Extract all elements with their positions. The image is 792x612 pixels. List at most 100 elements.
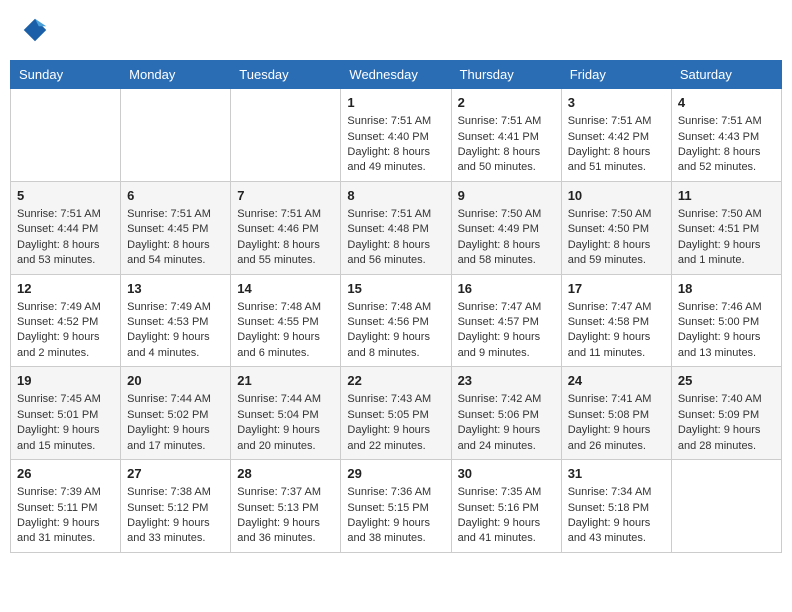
daylight-text: Daylight: 9 hours and 38 minutes. [347, 516, 444, 547]
sunrise-text: Sunrise: 7:50 AM [568, 207, 665, 222]
daylight-text: Daylight: 9 hours and 15 minutes. [17, 423, 114, 454]
sunset-text: Sunset: 4:49 PM [458, 222, 555, 237]
calendar-cell: 2Sunrise: 7:51 AMSunset: 4:41 PMDaylight… [451, 89, 561, 182]
column-header-thursday: Thursday [451, 61, 561, 89]
daylight-text: Daylight: 9 hours and 22 minutes. [347, 423, 444, 454]
column-header-sunday: Sunday [11, 61, 121, 89]
day-number: 11 [678, 187, 775, 205]
daylight-text: Daylight: 9 hours and 36 minutes. [237, 516, 334, 547]
day-content: 14Sunrise: 7:48 AMSunset: 4:55 PMDayligh… [237, 280, 334, 362]
daylight-text: Daylight: 9 hours and 11 minutes. [568, 330, 665, 361]
calendar-cell: 19Sunrise: 7:45 AMSunset: 5:01 PMDayligh… [11, 367, 121, 460]
day-number: 26 [17, 465, 114, 483]
day-number: 29 [347, 465, 444, 483]
calendar-cell: 13Sunrise: 7:49 AMSunset: 4:53 PMDayligh… [121, 274, 231, 367]
calendar-cell: 1Sunrise: 7:51 AMSunset: 4:40 PMDaylight… [341, 89, 451, 182]
sunset-text: Sunset: 5:18 PM [568, 501, 665, 516]
sunrise-text: Sunrise: 7:49 AM [127, 300, 224, 315]
day-content: 11Sunrise: 7:50 AMSunset: 4:51 PMDayligh… [678, 187, 775, 269]
sunrise-text: Sunrise: 7:51 AM [237, 207, 334, 222]
day-content: 15Sunrise: 7:48 AMSunset: 4:56 PMDayligh… [347, 280, 444, 362]
sunrise-text: Sunrise: 7:48 AM [347, 300, 444, 315]
calendar-cell: 5Sunrise: 7:51 AMSunset: 4:44 PMDaylight… [11, 181, 121, 274]
calendar-table: SundayMondayTuesdayWednesdayThursdayFrid… [10, 60, 782, 553]
calendar-cell: 9Sunrise: 7:50 AMSunset: 4:49 PMDaylight… [451, 181, 561, 274]
daylight-text: Daylight: 8 hours and 49 minutes. [347, 145, 444, 176]
sunset-text: Sunset: 4:43 PM [678, 130, 775, 145]
daylight-text: Daylight: 9 hours and 20 minutes. [237, 423, 334, 454]
daylight-text: Daylight: 9 hours and 43 minutes. [568, 516, 665, 547]
sunset-text: Sunset: 5:11 PM [17, 501, 114, 516]
sunset-text: Sunset: 5:16 PM [458, 501, 555, 516]
sunset-text: Sunset: 5:04 PM [237, 408, 334, 423]
calendar-header-row: SundayMondayTuesdayWednesdayThursdayFrid… [11, 61, 782, 89]
sunset-text: Sunset: 4:57 PM [458, 315, 555, 330]
day-number: 9 [458, 187, 555, 205]
sunrise-text: Sunrise: 7:48 AM [237, 300, 334, 315]
daylight-text: Daylight: 9 hours and 33 minutes. [127, 516, 224, 547]
week-row-5: 26Sunrise: 7:39 AMSunset: 5:11 PMDayligh… [11, 460, 782, 553]
day-number: 1 [347, 94, 444, 112]
day-content: 8Sunrise: 7:51 AMSunset: 4:48 PMDaylight… [347, 187, 444, 269]
day-content: 1Sunrise: 7:51 AMSunset: 4:40 PMDaylight… [347, 94, 444, 176]
sunset-text: Sunset: 5:09 PM [678, 408, 775, 423]
sunrise-text: Sunrise: 7:37 AM [237, 485, 334, 500]
sunrise-text: Sunrise: 7:41 AM [568, 392, 665, 407]
day-content: 19Sunrise: 7:45 AMSunset: 5:01 PMDayligh… [17, 372, 114, 454]
sunrise-text: Sunrise: 7:44 AM [127, 392, 224, 407]
day-number: 19 [17, 372, 114, 390]
calendar-cell: 28Sunrise: 7:37 AMSunset: 5:13 PMDayligh… [231, 460, 341, 553]
day-number: 28 [237, 465, 334, 483]
day-content: 20 Sunrise: 7:44 AMSunset: 5:02 PMDayligh… [127, 372, 224, 454]
sunrise-text: Sunrise: 7:51 AM [678, 114, 775, 129]
sunrise-text: Sunrise: 7:38 AM [127, 485, 224, 500]
daylight-text: Daylight: 9 hours and 4 minutes. [127, 330, 224, 361]
calendar-cell: 14Sunrise: 7:48 AMSunset: 4:55 PMDayligh… [231, 274, 341, 367]
sunrise-text: Sunrise: 7:50 AM [678, 207, 775, 222]
sunset-text: Sunset: 5:00 PM [678, 315, 775, 330]
daylight-text: Daylight: 9 hours and 9 minutes. [458, 330, 555, 361]
day-number: 20 [127, 372, 224, 390]
sunrise-text: Sunrise: 7:36 AM [347, 485, 444, 500]
sunrise-text: Sunrise: 7:44 AM [237, 392, 334, 407]
calendar-cell: 17Sunrise: 7:47 AMSunset: 4:58 PMDayligh… [561, 274, 671, 367]
calendar-cell: 26Sunrise: 7:39 AMSunset: 5:11 PMDayligh… [11, 460, 121, 553]
daylight-text: Daylight: 9 hours and 17 minutes. [127, 423, 224, 454]
logo [20, 15, 54, 45]
day-content: 9Sunrise: 7:50 AMSunset: 4:49 PMDaylight… [458, 187, 555, 269]
calendar-cell: 29Sunrise: 7:36 AMSunset: 5:15 PMDayligh… [341, 460, 451, 553]
sunrise-text: Sunrise: 7:43 AM [347, 392, 444, 407]
day-number: 13 [127, 280, 224, 298]
day-number: 4 [678, 94, 775, 112]
day-content: 31Sunrise: 7:34 AMSunset: 5:18 PMDayligh… [568, 465, 665, 547]
day-number: 24 [568, 372, 665, 390]
sunset-text: Sunset: 5:02 PM [127, 408, 224, 423]
sunset-text: Sunset: 5:01 PM [17, 408, 114, 423]
sunset-text: Sunset: 4:52 PM [17, 315, 114, 330]
sunrise-text: Sunrise: 7:46 AM [678, 300, 775, 315]
daylight-text: Daylight: 8 hours and 52 minutes. [678, 145, 775, 176]
day-number: 15 [347, 280, 444, 298]
day-content: 24Sunrise: 7:41 AMSunset: 5:08 PMDayligh… [568, 372, 665, 454]
day-number: 30 [458, 465, 555, 483]
calendar-cell: 23Sunrise: 7:42 AMSunset: 5:06 PMDayligh… [451, 367, 561, 460]
calendar-cell [671, 460, 781, 553]
calendar-cell: 22Sunrise: 7:43 AMSunset: 5:05 PMDayligh… [341, 367, 451, 460]
daylight-text: Daylight: 8 hours and 50 minutes. [458, 145, 555, 176]
daylight-text: Daylight: 8 hours and 53 minutes. [17, 238, 114, 269]
day-content: 7Sunrise: 7:51 AMSunset: 4:46 PMDaylight… [237, 187, 334, 269]
column-header-saturday: Saturday [671, 61, 781, 89]
day-content: 21Sunrise: 7:44 AMSunset: 5:04 PMDayligh… [237, 372, 334, 454]
day-number: 23 [458, 372, 555, 390]
sunrise-text: Sunrise: 7:47 AM [458, 300, 555, 315]
calendar-cell: 10Sunrise: 7:50 AMSunset: 4:50 PMDayligh… [561, 181, 671, 274]
sunset-text: Sunset: 5:12 PM [127, 501, 224, 516]
day-number: 3 [568, 94, 665, 112]
day-content: 27Sunrise: 7:38 AMSunset: 5:12 PMDayligh… [127, 465, 224, 547]
sunrise-text: Sunrise: 7:50 AM [458, 207, 555, 222]
sunrise-text: Sunrise: 7:49 AM [17, 300, 114, 315]
day-content: 16Sunrise: 7:47 AMSunset: 4:57 PMDayligh… [458, 280, 555, 362]
week-row-4: 19Sunrise: 7:45 AMSunset: 5:01 PMDayligh… [11, 367, 782, 460]
day-number: 18 [678, 280, 775, 298]
calendar-cell: 11Sunrise: 7:50 AMSunset: 4:51 PMDayligh… [671, 181, 781, 274]
